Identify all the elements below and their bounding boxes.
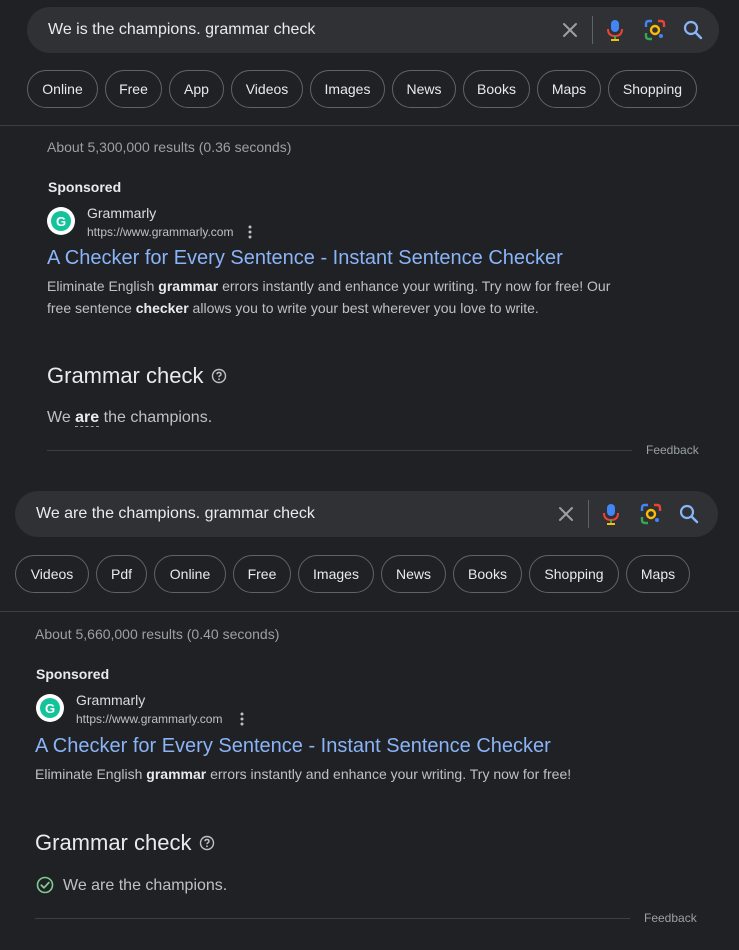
search-bar[interactable]: We is the champions. grammar check bbox=[27, 7, 719, 53]
chip-images[interactable]: Images bbox=[298, 555, 374, 593]
sponsored-label: Sponsored bbox=[48, 179, 122, 195]
grammarly-logo[interactable]: G bbox=[47, 207, 75, 235]
favicon-letter: G bbox=[51, 211, 71, 231]
chip-free[interactable]: Free bbox=[233, 555, 291, 593]
ad-description: Eliminate English grammar errors instant… bbox=[35, 763, 675, 785]
desc-text: allows you to write your best wherever y… bbox=[188, 300, 539, 316]
ad-title-link[interactable]: A Checker for Every Sentence - Instant S… bbox=[35, 735, 551, 758]
kebab-menu-icon[interactable] bbox=[245, 224, 255, 240]
microphone-icon[interactable] bbox=[599, 502, 623, 526]
chip-shopping[interactable]: Shopping bbox=[608, 70, 697, 108]
lens-icon[interactable] bbox=[639, 502, 663, 526]
divider bbox=[588, 500, 589, 528]
microphone-icon[interactable] bbox=[603, 18, 627, 42]
search-results-panel-before: We is the champions. grammar check Onlin… bbox=[0, 0, 739, 470]
result-stats: About 5,300,000 results (0.36 seconds) bbox=[47, 139, 292, 155]
filter-chips: Online Free App Videos Images News Books… bbox=[27, 70, 697, 108]
help-icon[interactable] bbox=[199, 835, 215, 851]
ad-url[interactable]: https://www.grammarly.com bbox=[87, 225, 233, 239]
grammar-check-sentence: We are the champions. bbox=[47, 409, 212, 427]
divider bbox=[47, 450, 632, 451]
grammar-suggestion[interactable]: are bbox=[75, 409, 100, 427]
grammar-check-title: Grammar check bbox=[47, 363, 204, 388]
chip-online[interactable]: Online bbox=[27, 70, 98, 108]
search-icon[interactable] bbox=[681, 18, 705, 42]
desc-keyword: grammar bbox=[158, 278, 219, 294]
check-circle-icon bbox=[36, 876, 54, 894]
chip-videos[interactable]: Videos bbox=[231, 70, 303, 108]
desc-text: Eliminate English bbox=[35, 766, 147, 782]
search-input[interactable]: We are the champions. grammar check bbox=[36, 505, 554, 523]
divider bbox=[35, 918, 630, 919]
favicon-letter: G bbox=[40, 698, 60, 718]
desc-keyword: checker bbox=[135, 300, 189, 316]
divider bbox=[592, 16, 593, 44]
ad-url[interactable]: https://www.grammarly.com bbox=[76, 712, 222, 726]
lens-icon[interactable] bbox=[643, 18, 667, 42]
search-icon[interactable] bbox=[677, 502, 701, 526]
chip-online[interactable]: Online bbox=[154, 555, 226, 593]
search-bar[interactable]: We are the champions. grammar check bbox=[15, 491, 718, 537]
search-input[interactable]: We is the champions. grammar check bbox=[48, 21, 558, 39]
chip-news[interactable]: News bbox=[381, 555, 446, 593]
close-icon[interactable] bbox=[558, 18, 582, 42]
chip-maps[interactable]: Maps bbox=[626, 555, 690, 593]
chip-images[interactable]: Images bbox=[310, 70, 385, 108]
close-icon[interactable] bbox=[554, 502, 578, 526]
desc-text: Eliminate English bbox=[47, 278, 159, 294]
grammar-check-title: Grammar check bbox=[35, 830, 192, 855]
grammar-check-heading: Grammar check bbox=[35, 830, 215, 856]
chip-app[interactable]: App bbox=[169, 70, 224, 108]
result-stats: About 5,660,000 results (0.40 seconds) bbox=[35, 626, 280, 642]
chip-pdf[interactable]: Pdf bbox=[96, 555, 147, 593]
chip-books[interactable]: Books bbox=[463, 70, 530, 108]
ad-title-link[interactable]: A Checker for Every Sentence - Instant S… bbox=[47, 247, 563, 270]
chip-news[interactable]: News bbox=[392, 70, 456, 108]
ad-description: Eliminate English grammar errors instant… bbox=[47, 275, 637, 319]
chip-free[interactable]: Free bbox=[105, 70, 162, 108]
divider bbox=[0, 611, 739, 612]
sponsored-label: Sponsored bbox=[36, 666, 110, 682]
chip-shopping[interactable]: Shopping bbox=[529, 555, 619, 593]
help-icon[interactable] bbox=[211, 368, 227, 384]
sentence-text: the champions. bbox=[99, 409, 213, 426]
feedback-link[interactable]: Feedback bbox=[644, 911, 697, 925]
search-results-panel-after: We are the champions. grammar check Vide… bbox=[0, 486, 739, 950]
sentence-text: We bbox=[47, 409, 76, 426]
grammar-check-heading: Grammar check bbox=[47, 363, 227, 389]
desc-text: errors instantly and enhance your writin… bbox=[206, 766, 572, 782]
grammar-check-sentence: We are the champions. bbox=[63, 877, 228, 894]
feedback-link[interactable]: Feedback bbox=[646, 443, 699, 457]
chip-books[interactable]: Books bbox=[453, 555, 522, 593]
desc-keyword: grammar bbox=[146, 766, 207, 782]
chip-videos[interactable]: Videos bbox=[15, 555, 89, 593]
filter-chips: Videos Pdf Online Free Images News Books… bbox=[15, 555, 690, 593]
chip-maps[interactable]: Maps bbox=[537, 70, 601, 108]
ad-site-name[interactable]: Grammarly bbox=[76, 692, 145, 708]
ad-site-name[interactable]: Grammarly bbox=[87, 205, 156, 221]
kebab-menu-icon[interactable] bbox=[237, 711, 247, 727]
grammarly-logo[interactable]: G bbox=[36, 694, 64, 722]
divider bbox=[0, 125, 739, 126]
